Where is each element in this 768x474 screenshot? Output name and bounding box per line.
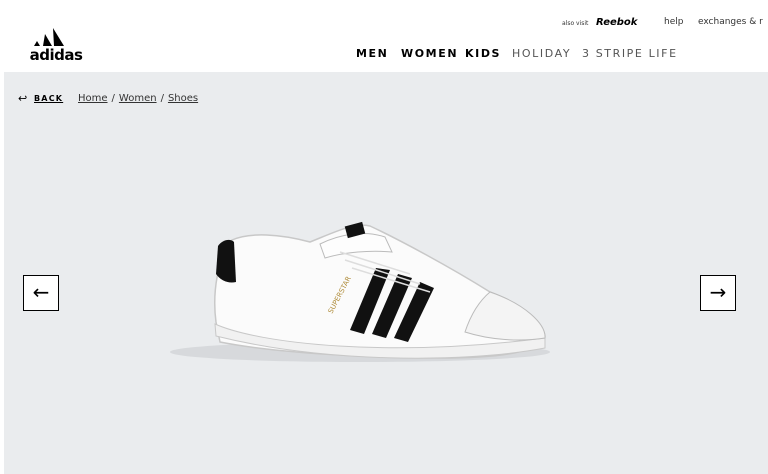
breadcrumb-separator: / bbox=[160, 93, 164, 104]
nav-holiday[interactable]: HOLIDAY bbox=[512, 47, 571, 60]
previous-image-button[interactable]: ← bbox=[23, 275, 59, 311]
breadcrumb-separator: / bbox=[111, 93, 115, 104]
help-link[interactable]: help bbox=[664, 17, 683, 27]
breadcrumb-home[interactable]: Home bbox=[78, 93, 108, 104]
exchanges-link[interactable]: exchanges & r bbox=[698, 17, 763, 27]
nav-kids[interactable]: KIDS bbox=[465, 47, 501, 60]
nav-men[interactable]: MEN bbox=[356, 47, 388, 60]
adidas-trefoil-icon bbox=[34, 28, 64, 46]
next-image-button[interactable]: → bbox=[700, 275, 736, 311]
arrow-right-icon: → bbox=[709, 280, 727, 304]
nav-3-stripe-life[interactable]: 3 STRIPE LIFE bbox=[582, 47, 678, 60]
breadcrumb-women[interactable]: Women bbox=[119, 93, 157, 104]
product-image-superstar-shoe[interactable]: SUPERSTAR bbox=[160, 212, 560, 372]
nav-women[interactable]: WOMEN bbox=[401, 47, 458, 60]
back-arrow-icon[interactable]: ↩ bbox=[18, 92, 27, 105]
arrow-left-icon: ← bbox=[32, 280, 50, 304]
also-visit-label: also visit bbox=[562, 20, 589, 27]
back-link[interactable]: BACK bbox=[34, 94, 63, 103]
site-header: adidas also visit Reebok help exchanges … bbox=[0, 0, 768, 72]
adidas-logo[interactable]: adidas bbox=[28, 24, 84, 64]
brand-name: adidas bbox=[29, 46, 83, 64]
reebok-link[interactable]: Reebok bbox=[596, 17, 637, 28]
breadcrumb-shoes[interactable]: Shoes bbox=[168, 93, 198, 104]
breadcrumb: Home / Women / Shoes bbox=[78, 93, 198, 104]
